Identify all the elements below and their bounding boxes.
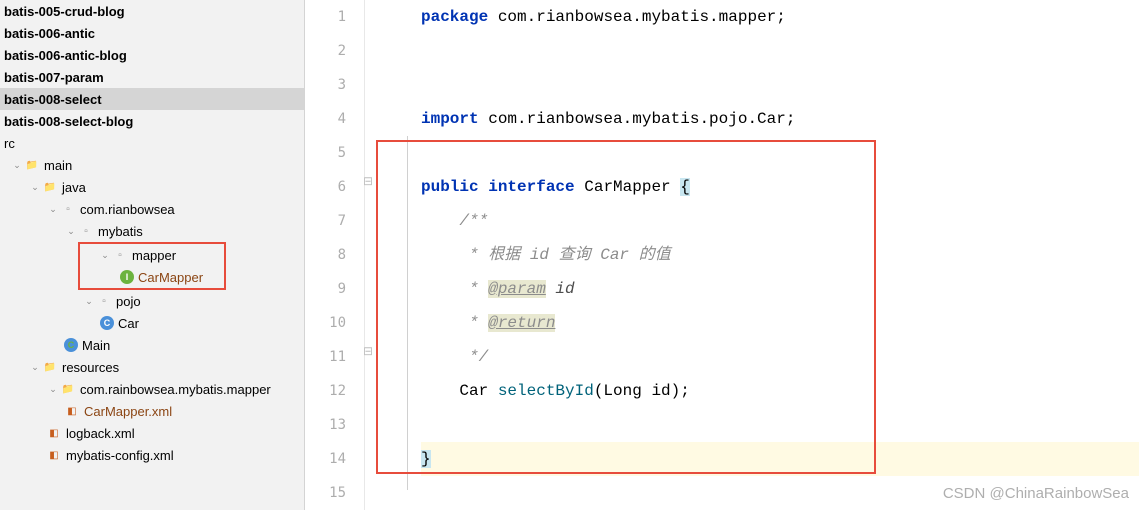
project-item[interactable]: batis-007-param <box>0 66 304 88</box>
code-line[interactable] <box>421 408 1139 442</box>
fold-handle-icon: ⊟ <box>363 344 373 358</box>
project-item-selected[interactable]: batis-008-select <box>0 88 304 110</box>
code-line[interactable] <box>421 476 1139 510</box>
package-item[interactable]: ⌄ 📁 com.rainbowsea.mybatis.mapper <box>0 378 304 400</box>
line-gutter: 1 2 3 4 5 6 7 8 9 10 11 12 13 14 15 <box>305 0 365 510</box>
code-line[interactable]: * 根据 id 查询 Car 的值 <box>421 238 1139 272</box>
line-number: 8 <box>305 238 346 272</box>
code-line[interactable] <box>421 34 1139 68</box>
chevron-down-icon: ⌄ <box>28 182 42 193</box>
highlight-box-tree: ⌄ ▫ mapper I CarMapper <box>78 242 226 290</box>
file-xml[interactable]: ◧ logback.xml <box>0 422 304 444</box>
folder-java[interactable]: ⌄ 📁 java <box>0 176 304 198</box>
class-run-icon: C <box>64 338 78 352</box>
file-main[interactable]: C Main <box>0 334 304 356</box>
project-item[interactable]: batis-008-select-blog <box>0 110 304 132</box>
file-xml[interactable]: ◧ CarMapper.xml <box>0 400 304 422</box>
code-line[interactable]: import com.rianbowsea.mybatis.pojo.Car; <box>421 102 1139 136</box>
folder-main[interactable]: ⌄ 📁 main <box>0 154 304 176</box>
package-icon: ▫ <box>78 223 94 239</box>
package-icon: ▫ <box>96 293 112 309</box>
code-line[interactable]: * @return <box>421 306 1139 340</box>
code-line[interactable] <box>421 136 1139 170</box>
fold-column: ⊟ ⊟ <box>365 0 379 510</box>
chevron-down-icon: ⌄ <box>46 384 60 395</box>
line-number: 1 <box>305 0 346 34</box>
code-area[interactable]: package com.rianbowsea.mybatis.mapper; i… <box>379 0 1139 510</box>
code-line[interactable]: /** <box>421 204 1139 238</box>
chevron-down-icon: ⌄ <box>10 160 24 171</box>
folder-icon: 📁 <box>24 157 40 173</box>
code-line[interactable]: Car selectById(Long id); <box>421 374 1139 408</box>
project-tree[interactable]: batis-005-crud-blog batis-006-antic bati… <box>0 0 305 510</box>
package-icon: ▫ <box>60 201 76 217</box>
line-number: 13 <box>305 408 346 442</box>
chevron-down-icon: ⌄ <box>46 204 60 215</box>
line-number: 10 <box>305 306 346 340</box>
folder-icon: 📁 <box>60 381 76 397</box>
code-line[interactable]: * @param id <box>421 272 1139 306</box>
chevron-down-icon: ⌄ <box>82 296 96 307</box>
xml-icon: ◧ <box>64 403 80 419</box>
line-number: 9 <box>305 272 346 306</box>
file-carmapper[interactable]: I CarMapper <box>80 266 224 288</box>
project-item[interactable]: batis-005-crud-blog <box>0 0 304 22</box>
code-line[interactable]: public interface CarMapper { <box>421 170 1139 204</box>
code-line-current[interactable]: } <box>421 442 1139 476</box>
code-line[interactable]: */ <box>421 340 1139 374</box>
code-editor[interactable]: 1 2 3 4 5 6 7 8 9 10 11 12 13 14 15 ⊟ ⊟ … <box>305 0 1139 510</box>
line-number: 12 <box>305 374 346 408</box>
folder-icon: 📁 <box>42 359 58 375</box>
indent-guide <box>407 136 408 490</box>
class-icon: C <box>100 316 114 330</box>
package-icon: ▫ <box>112 247 128 263</box>
line-number: 3 <box>305 68 346 102</box>
chevron-down-icon: ⌄ <box>28 362 42 373</box>
chevron-down-icon: ⌄ <box>64 226 78 237</box>
package-item[interactable]: ⌄ ▫ com.rianbowsea <box>0 198 304 220</box>
line-number: 14 <box>305 442 346 476</box>
folder-resources[interactable]: ⌄ 📁 resources <box>0 356 304 378</box>
package-item[interactable]: ⌄ ▫ mybatis <box>0 220 304 242</box>
line-number: 6 <box>305 170 346 204</box>
line-number: 5 <box>305 136 346 170</box>
file-car[interactable]: C Car <box>0 312 304 334</box>
line-number: 11 <box>305 340 346 374</box>
fold-handle-icon: ⊟ <box>363 174 373 188</box>
folder-icon: 📁 <box>42 179 58 195</box>
line-number: 4 <box>305 102 346 136</box>
code-line[interactable]: package com.rianbowsea.mybatis.mapper; <box>421 0 1139 34</box>
interface-icon: I <box>120 270 134 284</box>
line-number: 2 <box>305 34 346 68</box>
file-xml[interactable]: ◧ mybatis-config.xml <box>0 444 304 466</box>
folder-pojo[interactable]: ⌄ ▫ pojo <box>0 290 304 312</box>
xml-icon: ◧ <box>46 425 62 441</box>
folder-src[interactable]: rc <box>0 132 304 154</box>
project-item[interactable]: batis-006-antic <box>0 22 304 44</box>
project-item[interactable]: batis-006-antic-blog <box>0 44 304 66</box>
line-number: 7 <box>305 204 346 238</box>
folder-mapper[interactable]: ⌄ ▫ mapper <box>80 244 224 266</box>
chevron-down-icon: ⌄ <box>98 250 112 261</box>
code-line[interactable] <box>421 68 1139 102</box>
line-number: 15 <box>305 476 346 510</box>
xml-icon: ◧ <box>46 447 62 463</box>
